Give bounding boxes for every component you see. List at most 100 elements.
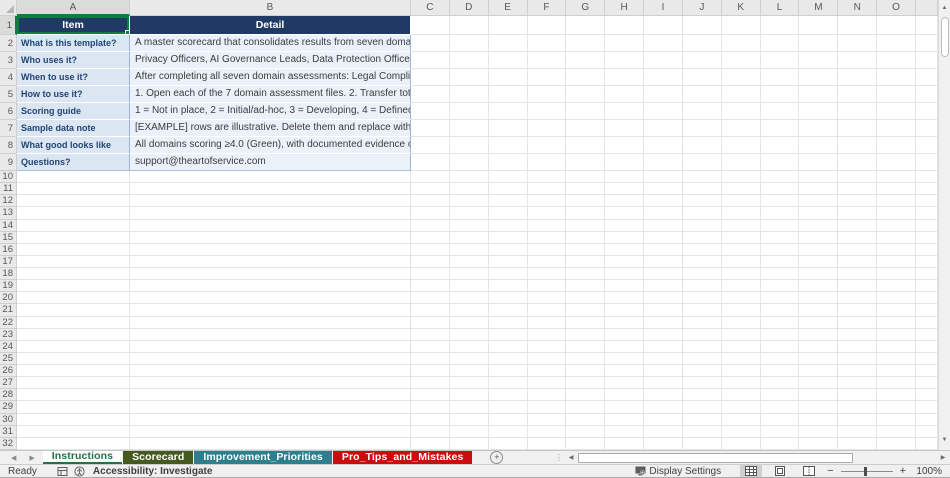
row-header-20[interactable]: 20 [0,292,17,305]
cell-G29[interactable] [566,401,606,414]
cell-G19[interactable] [566,280,606,293]
cell-B21[interactable] [130,304,411,317]
column-header-J[interactable]: J [682,0,722,16]
cell-G31[interactable] [566,425,606,438]
cell-N17[interactable] [838,255,878,268]
cell-L32[interactable] [760,437,800,450]
cell-partial-9[interactable] [915,154,938,171]
cell-J24[interactable] [682,340,722,353]
cell-C5[interactable] [411,86,450,103]
cell-H25[interactable] [605,352,645,365]
cell-A6[interactable]: Scoring guide [17,103,130,120]
row-header-7[interactable]: 7 [0,120,17,137]
cell-C15[interactable] [411,231,450,244]
cell-A3[interactable]: Who uses it? [17,52,130,69]
cell-I9[interactable] [644,154,683,171]
row-header-21[interactable]: 21 [0,304,17,317]
cell-L21[interactable] [760,304,800,317]
cell-L1[interactable] [760,16,800,35]
cell-J30[interactable] [682,413,722,426]
cell-B15[interactable] [130,231,411,244]
cell-J27[interactable] [682,377,722,390]
cell-I1[interactable] [644,16,683,35]
cell-I15[interactable] [644,231,683,244]
cell-L5[interactable] [760,86,800,103]
cell-G22[interactable] [566,316,606,329]
cell-I18[interactable] [644,268,683,281]
sheet-tab-improvement_priorities[interactable]: Improvement_Priorities [194,451,332,464]
cell-A28[interactable] [17,389,130,402]
cell-J19[interactable] [682,280,722,293]
cell-O13[interactable] [877,207,916,220]
cell-O17[interactable] [877,255,916,268]
cell-A32[interactable] [17,437,130,450]
cell-C4[interactable] [411,69,450,86]
cell-O12[interactable] [877,195,916,208]
add-sheet-button[interactable]: + [490,451,504,464]
cell-B9[interactable]: support@theartofservice.com [130,154,411,171]
horizontal-scrollbar-thumb[interactable] [578,452,854,463]
cell-A10[interactable] [17,171,130,184]
cell-F12[interactable] [527,195,567,208]
page-layout-view-button[interactable] [769,465,791,477]
cell-E25[interactable] [488,352,528,365]
cell-K4[interactable] [721,69,761,86]
cell-partial-10[interactable] [915,171,938,184]
cell-J21[interactable] [682,304,722,317]
cell-I16[interactable] [644,243,683,256]
row-header-14[interactable]: 14 [0,219,17,232]
cell-D2[interactable] [449,35,489,52]
cell-L28[interactable] [760,389,800,402]
cell-A23[interactable] [17,328,130,341]
cell-G25[interactable] [566,352,606,365]
cell-J10[interactable] [682,171,722,184]
cell-M30[interactable] [799,413,839,426]
cell-I17[interactable] [644,255,683,268]
cell-G2[interactable] [566,35,606,52]
cell-L2[interactable] [760,35,800,52]
cell-A21[interactable] [17,304,130,317]
cell-G23[interactable] [566,328,606,341]
cell-I26[interactable] [644,365,683,378]
cell-N10[interactable] [838,171,878,184]
cell-K20[interactable] [721,292,761,305]
cell-M25[interactable] [799,352,839,365]
cell-M11[interactable] [799,183,839,196]
cell-B29[interactable] [130,401,411,414]
cell-B32[interactable] [130,437,411,450]
cell-E27[interactable] [488,377,528,390]
cell-H17[interactable] [605,255,645,268]
cell-D13[interactable] [449,207,489,220]
cell-O5[interactable] [877,86,916,103]
row-header-4[interactable]: 4 [0,69,17,86]
cell-K12[interactable] [721,195,761,208]
cell-N2[interactable] [838,35,878,52]
fill-handle[interactable] [125,30,129,34]
cell-L30[interactable] [760,413,800,426]
cell-L12[interactable] [760,195,800,208]
cell-B23[interactable] [130,328,411,341]
cell-M18[interactable] [799,268,839,281]
page-break-view-button[interactable] [798,465,820,477]
cell-A17[interactable] [17,255,130,268]
cell-G4[interactable] [566,69,606,86]
cell-B25[interactable] [130,352,411,365]
cell-G16[interactable] [566,243,606,256]
cell-F22[interactable] [527,316,567,329]
vertical-scrollbar-thumb[interactable] [940,17,949,57]
cell-K18[interactable] [721,268,761,281]
cell-G12[interactable] [566,195,606,208]
cell-E14[interactable] [488,219,528,232]
cell-G8[interactable] [566,137,606,154]
cell-G28[interactable] [566,389,606,402]
cell-M1[interactable] [799,16,839,35]
row-header-32[interactable]: 32 [0,437,17,450]
cell-F2[interactable] [527,35,567,52]
cell-M9[interactable] [799,154,839,171]
cell-G26[interactable] [566,365,606,378]
row-header-1[interactable]: 1 [0,16,17,35]
cell-B7[interactable]: [EXAMPLE] rows are illustrative. Delete … [130,120,411,137]
cell-I27[interactable] [644,377,683,390]
cell-K24[interactable] [721,340,761,353]
cell-K14[interactable] [721,219,761,232]
